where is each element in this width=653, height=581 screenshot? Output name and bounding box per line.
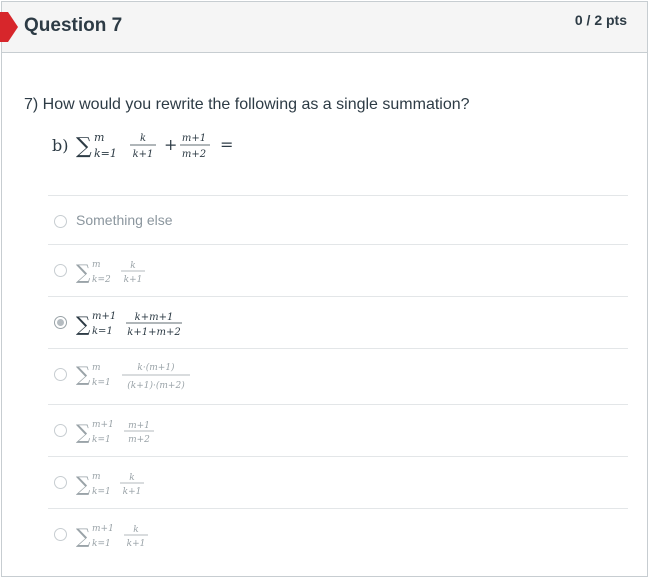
answer-option[interactable]: ∑ m k=1 k k+1: [48, 457, 628, 507]
sigma-symbol: ∑: [76, 420, 91, 444]
sigma-lower: k=1: [92, 487, 111, 497]
sigma-symbol: ∑: [76, 134, 92, 159]
answer-math: ∑ m+1 k=1 m+1 m+2: [76, 420, 154, 445]
sigma-symbol: ∑: [76, 472, 91, 496]
answer-math: ∑ m k=1 k·(m+1) (k+1)·(m+2): [76, 362, 190, 391]
sigma-lower: k=1: [92, 378, 111, 388]
answer-option[interactable]: ∑ m+1 k=1 k+m+1 k+1+m+2: [48, 297, 628, 347]
sigma-symbol: ∑: [76, 362, 91, 386]
radio-button[interactable]: [54, 368, 67, 381]
sigma-symbol: ∑: [76, 312, 91, 336]
answer-numerator: m+1: [128, 421, 150, 431]
sigma-upper: m+1: [92, 524, 114, 534]
answer-numerator: k+m+1: [135, 312, 174, 323]
question-prompt: 7) How would you rewrite the following a…: [24, 96, 470, 113]
radio-button[interactable]: [54, 316, 67, 329]
points-label: 0 / 2 pts: [574, 12, 627, 28]
expr-label: b): [52, 136, 68, 155]
radio-button[interactable]: [54, 424, 67, 437]
answer-denominator: k+1+m+2: [127, 327, 180, 338]
radio-button[interactable]: [54, 476, 67, 489]
answer-numerator: k: [129, 473, 134, 483]
radio-button[interactable]: [54, 264, 67, 277]
answer-numerator: k·(m+1): [137, 362, 175, 373]
radio-button[interactable]: [54, 215, 67, 228]
frac2-numerator: m+1: [182, 133, 206, 144]
answer-text: Something else: [76, 212, 173, 228]
sigma-symbol: ∑: [76, 524, 91, 548]
answer-denominator: m+2: [128, 435, 150, 445]
answer-math: ∑ m k=1 k k+1: [76, 472, 144, 497]
answer-math: ∑ m+1 k=1 k k+1: [76, 524, 148, 549]
answer-option[interactable]: ∑ m+1 k=1 m+1 m+2: [48, 405, 628, 455]
frac1-numerator: k: [140, 133, 146, 144]
answer-math: ∑ m+1 k=1 k+m+1 k+1+m+2: [76, 311, 182, 338]
sigma-lower: k=1: [94, 147, 117, 160]
sigma-symbol: ∑: [76, 260, 91, 284]
sigma-upper: m+1: [92, 420, 114, 430]
answer-denominator: (k+1)·(m+2): [127, 380, 185, 391]
answer-denominator: k+1: [127, 539, 146, 549]
frac2-denominator: m+2: [182, 149, 206, 160]
sigma-upper: m+1: [92, 311, 116, 322]
equals-sign: =: [220, 135, 233, 154]
sigma-lower: k=2: [92, 275, 111, 285]
answer-numerator: k: [133, 525, 138, 535]
sigma-upper: m: [92, 472, 101, 482]
answer-math: ∑ m k=2 k k+1: [76, 260, 145, 285]
sigma-lower: k=1: [92, 326, 113, 337]
flag-icon: [0, 12, 18, 42]
sigma-lower: k=1: [92, 435, 111, 445]
question-expression: b) ∑ m k=1 k k+1 + m+1 m+2 =: [52, 131, 233, 160]
sigma-upper: m: [94, 131, 104, 144]
answer-denominator: k+1: [124, 275, 143, 285]
frac1-denominator: k+1: [133, 149, 154, 160]
answer-option[interactable]: ∑ m k=1 k·(m+1) (k+1)·(m+2): [48, 349, 628, 405]
answer-option[interactable]: ∑ m+1 k=1 k k+1: [48, 509, 628, 559]
sigma-lower: k=1: [92, 539, 111, 549]
question-title: Question 7: [24, 15, 123, 36]
sigma-upper: m: [92, 363, 101, 373]
question-card: Question 7 0 / 2 pts 7) How would you re…: [0, 1, 648, 577]
answer-option[interactable]: Something else: [48, 196, 628, 246]
sigma-upper: m: [92, 260, 101, 270]
radio-button[interactable]: [54, 528, 67, 541]
answer-option[interactable]: ∑ m k=2 k k+1: [48, 245, 628, 295]
question-header: Question 7 0 / 2 pts: [0, 2, 647, 53]
answer-numerator: k: [130, 261, 135, 271]
plus-sign: +: [164, 135, 177, 154]
answer-denominator: k+1: [123, 487, 142, 497]
